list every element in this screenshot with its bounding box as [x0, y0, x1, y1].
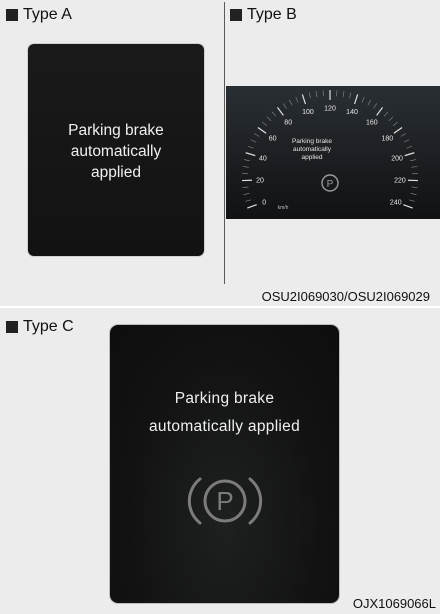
gauge-minor-tick — [242, 186, 249, 188]
gauge-minor-tick — [410, 159, 417, 162]
gauge-tick-label: 180 — [381, 135, 393, 142]
top-figure-panel: Type A Parking brake automatically appli… — [0, 0, 440, 306]
vertical-divider — [224, 2, 225, 284]
gauge-minor-tick — [410, 193, 417, 195]
gauge-tick-label: 240 — [390, 199, 402, 206]
gauge-minor-tick — [261, 121, 267, 126]
type-c-label-text: Type C — [23, 318, 74, 335]
gauge-minor-tick — [342, 91, 345, 98]
gauge-minor-tick — [247, 145, 254, 149]
gauge-major-tick — [403, 204, 413, 209]
type-b-message-line1: Parking brake — [292, 138, 332, 145]
gauge-minor-tick — [266, 116, 272, 122]
type-a-message-line2: automatically — [70, 143, 162, 160]
type-c-display: Parking brake automatically applied P — [110, 325, 339, 603]
type-b-label-text: Type B — [247, 6, 297, 23]
gauge-tick-label: 100 — [302, 109, 314, 116]
gauge-minor-tick — [245, 199, 252, 202]
gauge-major-tick — [376, 107, 384, 116]
gauge-minor-tick — [271, 111, 277, 117]
gauge-tick-label: 120 — [324, 106, 336, 113]
figure-code-bottom: OJX1069066L — [352, 596, 436, 611]
gauge-minor-tick — [400, 133, 407, 137]
gauge-major-tick — [301, 94, 307, 105]
type-c-label: Type C — [6, 318, 74, 336]
gauge-minor-tick — [250, 139, 257, 143]
gauge-minor-tick — [253, 133, 260, 137]
gauge-tick-label: 200 — [391, 155, 403, 162]
gauge-major-tick — [247, 204, 257, 209]
gauge-tick-label: 220 — [394, 178, 406, 185]
gauge-tick-label: 140 — [346, 109, 358, 116]
type-a-message-line1: Parking brake — [68, 122, 164, 139]
gauge-minor-tick — [411, 166, 418, 168]
type-b-label: Type B — [230, 6, 297, 24]
gauge-minor-tick — [361, 96, 365, 103]
type-a-label-text: Type A — [23, 6, 72, 23]
gauge-minor-tick — [308, 92, 311, 99]
svg-text:P: P — [327, 179, 334, 190]
type-a-message-line3: applied — [91, 164, 141, 181]
gauge-minor-tick — [315, 91, 318, 98]
gauge-major-tick — [257, 127, 267, 134]
gauge-major-tick — [245, 152, 256, 157]
type-a-display: Parking brake automatically applied — [28, 44, 204, 256]
gauge-major-tick — [404, 152, 415, 157]
type-a-message: Parking brake automatically applied — [28, 120, 204, 183]
type-b-speedometer-display: 0 20 40 60 80 100 120 140 160 180 200 220 240 Parkin… — [226, 86, 440, 219]
gauge-minor-tick — [283, 103, 287, 109]
gauge-minor-tick — [408, 199, 415, 202]
gauge-minor-tick — [383, 111, 389, 117]
parking-brake-icon: P — [321, 174, 339, 192]
gauge-major-tick — [276, 107, 284, 116]
gauge-minor-tick — [388, 116, 394, 122]
gauge-major-tick — [353, 94, 359, 105]
type-b-message-line3: applied — [302, 154, 323, 161]
gauge-major-tick — [393, 127, 403, 134]
gauge-minor-tick — [373, 103, 377, 109]
type-c-message: Parking brake automatically applied — [110, 385, 339, 441]
gauge-minor-tick — [289, 99, 293, 106]
gauge-minor-tick — [406, 145, 413, 149]
type-c-message-line1: Parking brake — [174, 390, 275, 407]
gauge-tick-label: 40 — [259, 155, 267, 162]
type-c-message-line2: automatically applied — [148, 418, 301, 435]
gauge-tick-label: 0 — [262, 199, 266, 206]
gauge-minor-tick — [403, 139, 410, 143]
gauge-tick-label: 20 — [256, 178, 264, 185]
gauge-minor-tick — [243, 159, 250, 162]
parking-brake-icon: P — [187, 477, 263, 525]
speed-unit-label: km/h — [278, 205, 289, 211]
gauge-minor-tick — [242, 166, 249, 168]
gauge-minor-tick — [367, 99, 371, 106]
bullet-square-icon — [6, 321, 18, 333]
gauge-minor-tick — [411, 186, 418, 188]
gauge-tick-label: 160 — [366, 119, 378, 126]
gauge-minor-tick — [295, 96, 299, 103]
gauge-minor-tick — [243, 193, 250, 195]
figure-code-top: OSU2I069030/OSU2I069029 — [261, 289, 430, 304]
svg-text:P: P — [216, 486, 233, 516]
gauge-minor-tick — [349, 92, 352, 99]
type-a-label: Type A — [6, 6, 72, 24]
type-b-message-line2: automatically — [293, 146, 332, 153]
gauge-tick-label: 60 — [269, 135, 277, 142]
gauge-tick-label: 80 — [284, 119, 292, 126]
bullet-square-icon — [6, 9, 18, 21]
bullet-square-icon — [230, 9, 242, 21]
speedometer-gauge: 0 20 40 60 80 100 120 140 160 180 200 220 240 Parkin… — [242, 90, 418, 211]
gauge-minor-tick — [393, 121, 399, 126]
